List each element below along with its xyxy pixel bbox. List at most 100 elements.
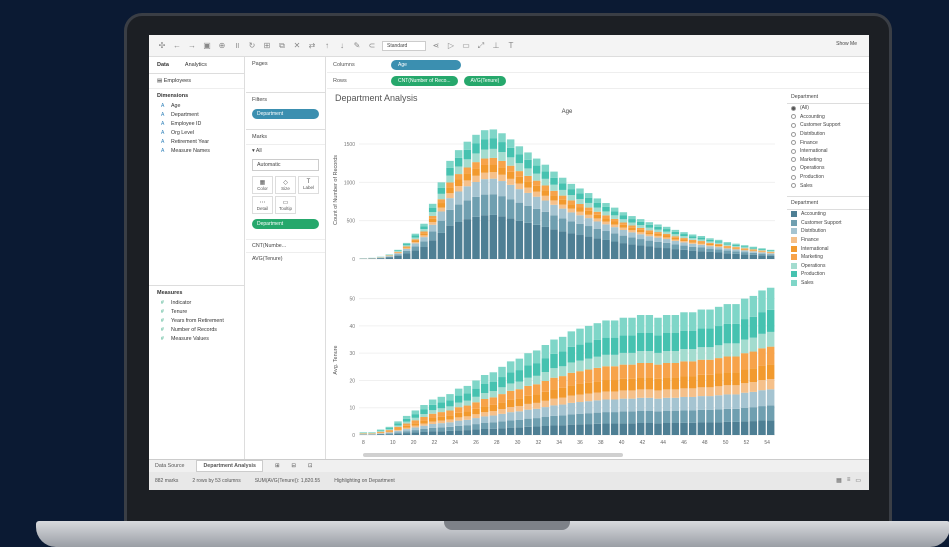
bar-segment-operations[interactable] (706, 241, 714, 243)
color-legend-item[interactable]: Operations (787, 262, 869, 271)
bar-segment-production[interactable] (662, 229, 671, 232)
bar-segment-finance[interactable] (584, 214, 593, 219)
bar-segment-accounting[interactable] (636, 423, 645, 435)
bar-segment-accounting[interactable] (515, 220, 524, 259)
bar-segment-accounting[interactable] (567, 424, 576, 435)
bar-segment-customer-support[interactable] (420, 429, 428, 432)
bar-segment-finance[interactable] (732, 385, 740, 395)
bar-segment-operations[interactable] (723, 343, 732, 357)
filter-option[interactable]: Marketing (787, 156, 869, 165)
bar-segment-international[interactable] (437, 416, 446, 421)
bar-segment-operations[interactable] (680, 236, 688, 239)
bar-segment-production[interactable] (576, 344, 584, 361)
bar-segment-production[interactable] (463, 393, 472, 401)
bar-segment-customer-support[interactable] (454, 204, 463, 222)
bar-segment-international[interactable] (593, 214, 602, 219)
bar-segment-finance[interactable] (662, 237, 671, 240)
bar-segment-distribution[interactable] (688, 396, 697, 411)
bar-segment-accounting[interactable] (688, 422, 697, 435)
bar-segment-international[interactable] (714, 373, 723, 387)
bar-segment-international[interactable] (714, 245, 723, 247)
color-legend-item[interactable]: Production (787, 270, 869, 279)
bar-segment-accounting[interactable] (749, 421, 758, 435)
bar-segment-international[interactable] (506, 399, 515, 408)
highlight-icon[interactable]: ✎ (352, 41, 362, 50)
bar-segment-marketing[interactable] (550, 377, 558, 390)
bar-segment-sales[interactable] (558, 336, 567, 352)
bar-segment-marketing[interactable] (593, 367, 602, 382)
bar-segment-distribution[interactable] (463, 186, 472, 201)
bar-segment-marketing[interactable] (680, 238, 688, 240)
bar-segment-distribution[interactable] (610, 399, 619, 413)
bar-segment-finance[interactable] (532, 191, 541, 197)
bar-segment-distribution[interactable] (515, 189, 524, 203)
bar-segment-accounting[interactable] (602, 239, 610, 259)
bar-segment-accounting[interactable] (558, 231, 567, 259)
bar-segment-marketing[interactable] (402, 423, 411, 426)
bar-segment-distribution[interactable] (524, 409, 532, 419)
bar-segment-customer-support[interactable] (498, 421, 506, 429)
bar-segment-distribution[interactable] (480, 179, 489, 195)
bar-segment-international[interactable] (454, 412, 463, 418)
bar-segment-distribution[interactable] (602, 399, 610, 413)
bar-segment-production[interactable] (515, 154, 524, 164)
bar-segment-sales[interactable] (740, 245, 749, 247)
bar-segment-production[interactable] (498, 377, 506, 388)
bar-segment-customer-support[interactable] (541, 417, 550, 426)
bar-segment-production[interactable] (697, 328, 706, 348)
bar-segment-accounting[interactable] (541, 426, 550, 435)
bar-segment-customer-support[interactable] (584, 413, 593, 425)
bar-segment-sales[interactable] (550, 339, 558, 354)
bar-segment-marketing[interactable] (385, 430, 394, 432)
bar-segment-customer-support[interactable] (524, 418, 532, 427)
bar-segment-accounting[interactable] (714, 252, 723, 259)
bar-segment-sales[interactable] (619, 317, 628, 336)
bar-segment-international[interactable] (740, 248, 749, 250)
bar-segment-operations[interactable] (437, 193, 446, 200)
bar-segment-finance[interactable] (758, 251, 766, 253)
bar-segment-finance[interactable] (688, 388, 697, 397)
bar-segment-customer-support[interactable] (697, 247, 706, 252)
bar-segment-finance[interactable] (645, 234, 654, 237)
bar-segment-sales[interactable] (541, 345, 550, 359)
bar-segment-distribution[interactable] (732, 249, 740, 252)
bar-segment-production[interactable] (385, 428, 394, 430)
bar-segment-accounting[interactable] (654, 247, 662, 259)
bar-segment-production[interactable] (680, 234, 688, 237)
bar-segment-marketing[interactable] (636, 363, 645, 378)
bar-segment-finance[interactable] (688, 242, 697, 244)
bar-segment-distribution[interactable] (714, 247, 723, 250)
bar-segment-customer-support[interactable] (463, 425, 472, 431)
bar-segment-operations[interactable] (610, 215, 619, 219)
bar-segment-finance[interactable] (680, 388, 688, 397)
bar-segment-marketing[interactable] (576, 203, 584, 208)
bar-segment-international[interactable] (619, 378, 628, 391)
bar-segment-operations[interactable] (506, 157, 515, 166)
bar-segment-sales[interactable] (567, 331, 576, 347)
bar-segment-international[interactable] (758, 365, 766, 381)
bar-segment-international[interactable] (602, 218, 610, 222)
bar-segment-operations[interactable] (394, 251, 402, 252)
bar-segment-finance[interactable] (628, 390, 636, 399)
bar-segment-production[interactable] (541, 171, 550, 179)
filter-option[interactable]: Accounting (787, 113, 869, 122)
mark-type-select[interactable]: Automatic (252, 159, 319, 171)
bar-segment-marketing[interactable] (524, 385, 532, 396)
bar-segment-marketing[interactable] (576, 371, 584, 384)
bar-segment-distribution[interactable] (723, 394, 732, 409)
bar-segment-finance[interactable] (446, 193, 454, 199)
bar-segment-distribution[interactable] (758, 252, 766, 254)
bar-segment-marketing[interactable] (584, 369, 593, 383)
bar-segment-accounting[interactable] (706, 251, 714, 259)
share-icon[interactable]: ⋖ (431, 41, 441, 50)
bar-segment-production[interactable] (602, 337, 610, 355)
bar-segment-international[interactable] (402, 247, 411, 249)
bar-segment-customer-support[interactable] (680, 245, 688, 250)
bar-segment-production[interactable] (567, 189, 576, 196)
pause-icon[interactable]: ॥ (232, 40, 242, 51)
bar-segment-accounting[interactable] (376, 434, 385, 435)
bar-segment-international[interactable] (732, 372, 740, 386)
bar-segment-distribution[interactable] (428, 424, 437, 428)
bar-segment-finance[interactable] (628, 230, 636, 233)
bar-segment-sales[interactable] (489, 372, 498, 382)
